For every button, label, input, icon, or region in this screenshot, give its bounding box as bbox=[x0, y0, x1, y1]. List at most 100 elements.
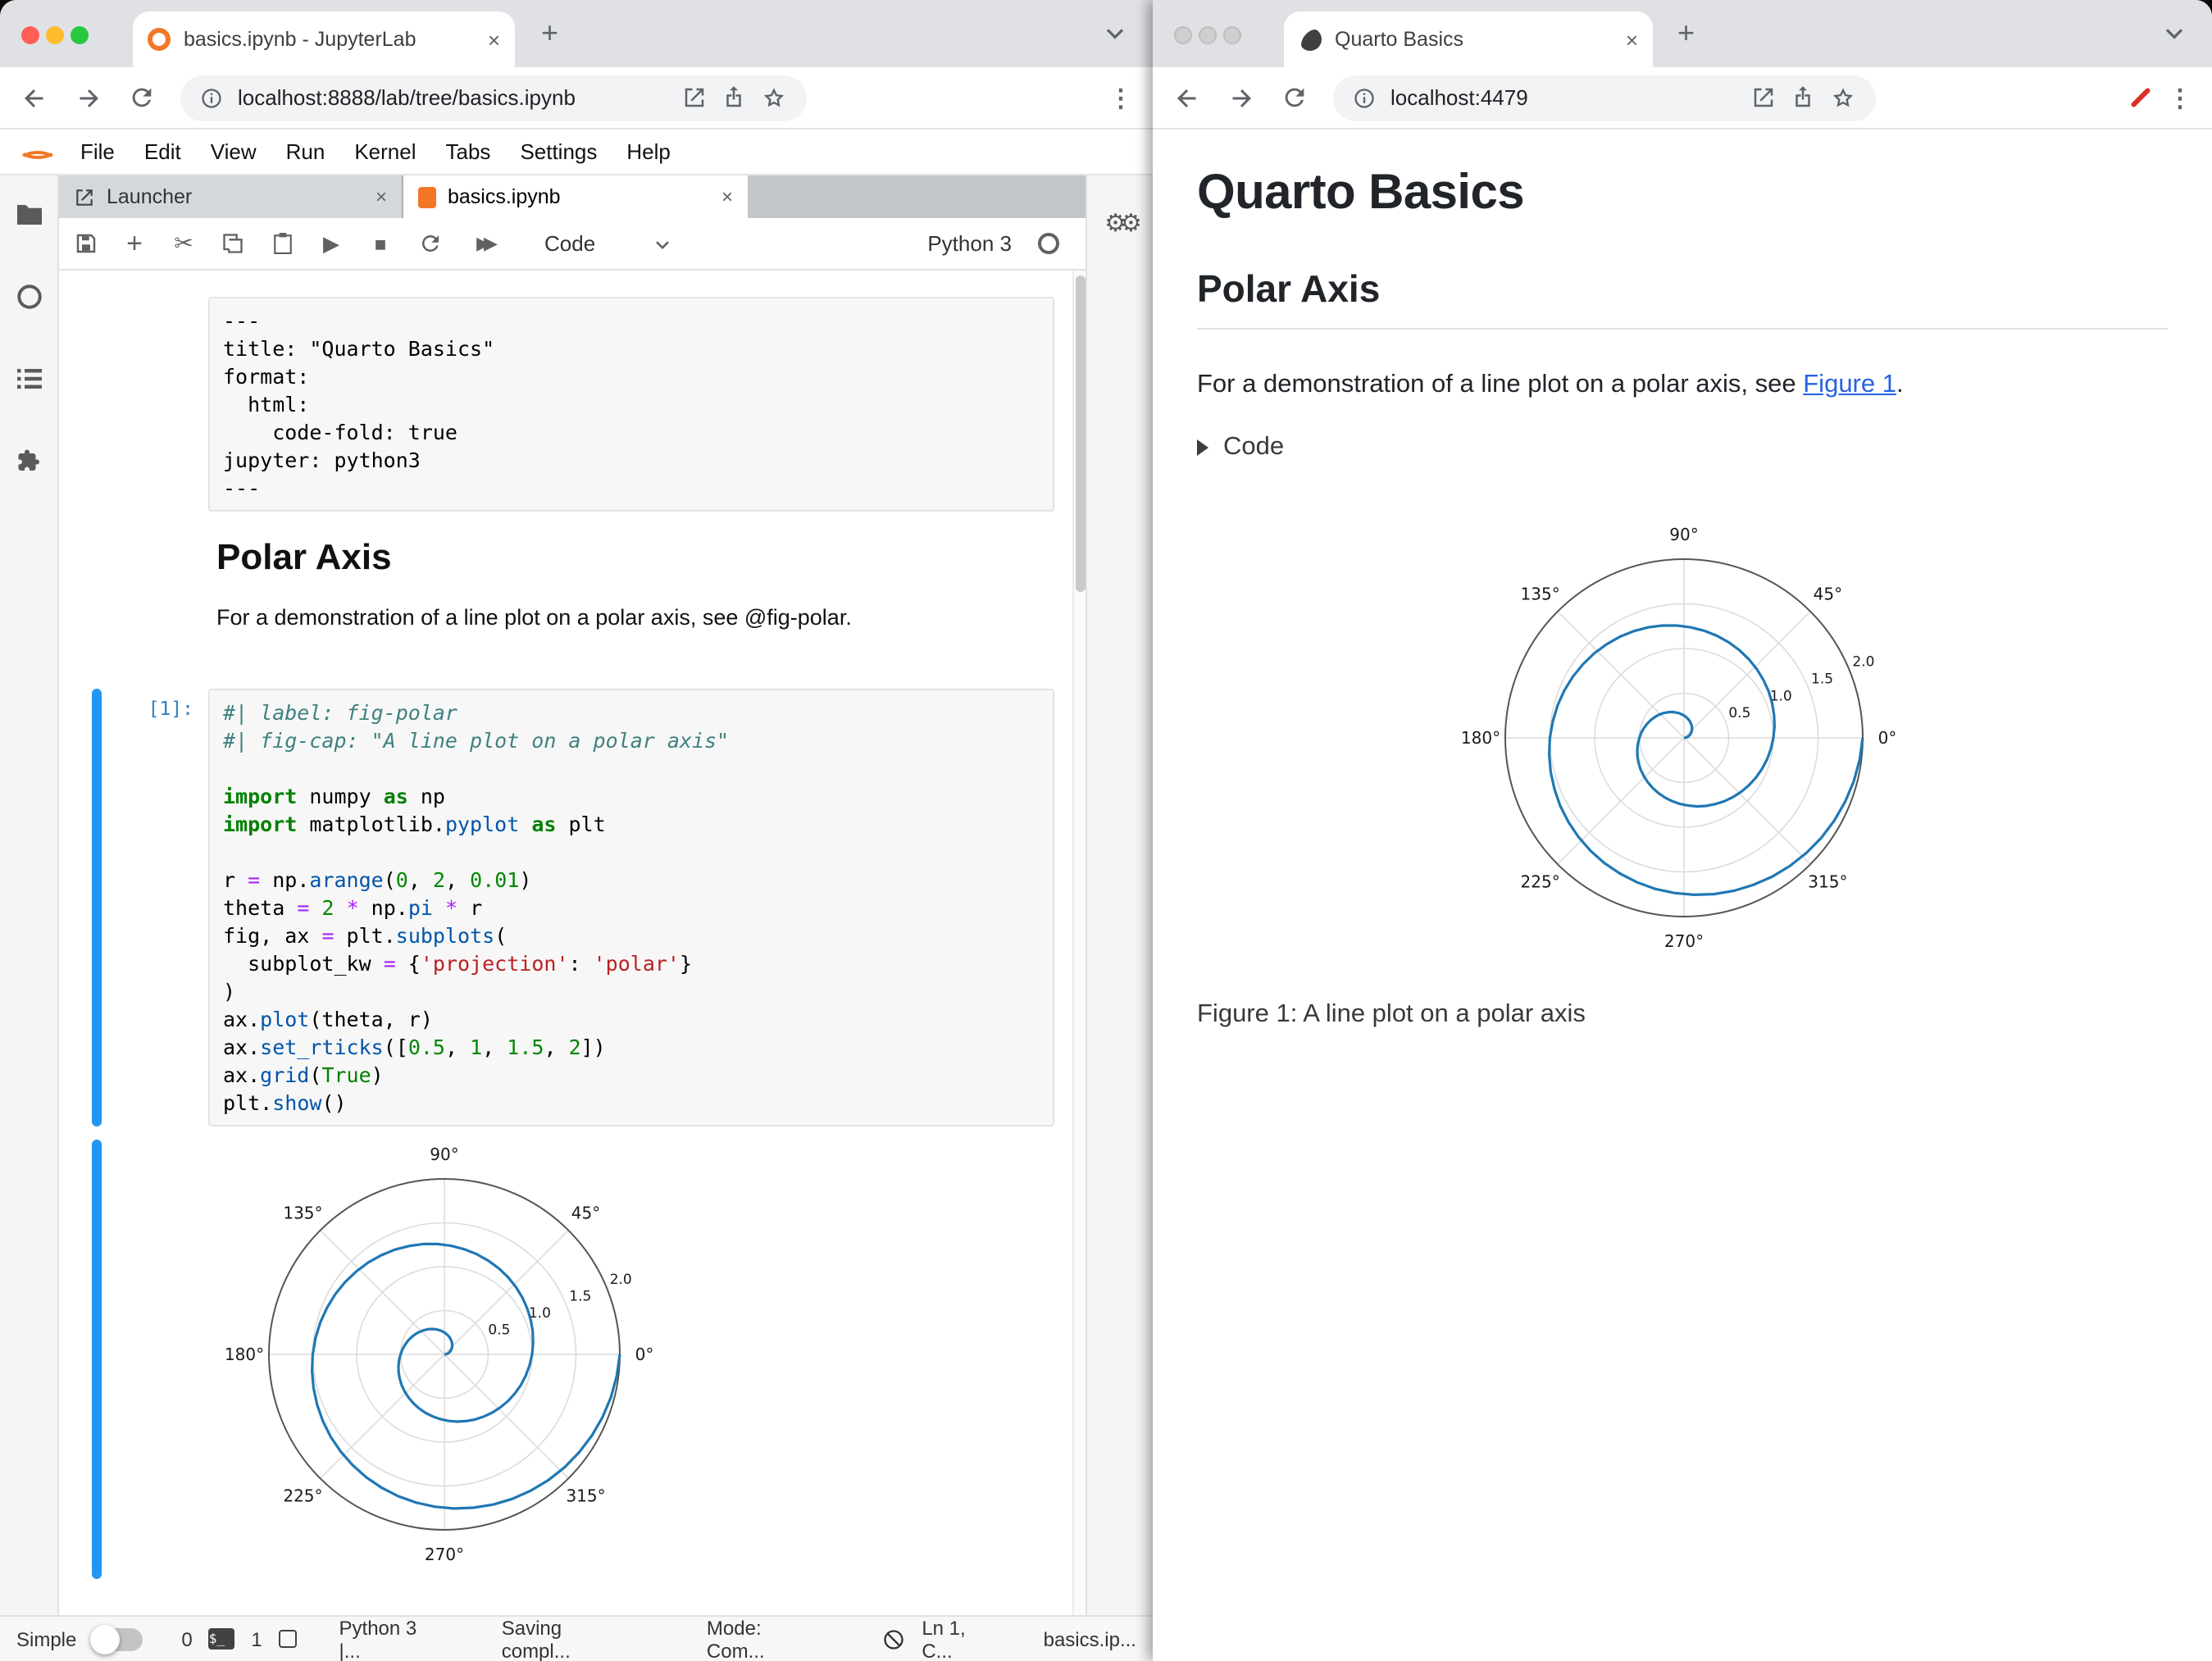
browser-tab-quarto[interactable]: Quarto Basics × bbox=[1284, 11, 1653, 67]
forward-button[interactable] bbox=[74, 83, 103, 112]
extension-red-slash-icon[interactable] bbox=[2130, 87, 2151, 108]
traffic-lights bbox=[21, 26, 89, 44]
svg-text:1.5: 1.5 bbox=[569, 1289, 591, 1305]
svg-text:2.0: 2.0 bbox=[1852, 654, 1874, 671]
run-cell-button[interactable]: ▶ bbox=[318, 230, 344, 257]
cell-collapser[interactable] bbox=[92, 297, 102, 512]
tab-close-icon[interactable]: × bbox=[1626, 29, 1638, 50]
dock-tab-label: basics.ipynb bbox=[448, 185, 561, 208]
command-mode-indicator[interactable]: Mode: Com... bbox=[707, 1616, 823, 1661]
circle-slash-icon bbox=[882, 1627, 905, 1650]
menu-file[interactable]: File bbox=[66, 130, 130, 174]
menu-run[interactable]: Run bbox=[271, 130, 340, 174]
kernel-sessions-icon[interactable] bbox=[278, 1630, 297, 1648]
address-bar[interactable]: localhost:8888/lab/tree/basics.ipynb bbox=[180, 75, 807, 121]
paste-cell-button[interactable] bbox=[269, 231, 295, 256]
tab-search-chevron-icon[interactable] bbox=[1100, 18, 1130, 56]
new-tab-button[interactable]: + bbox=[541, 16, 558, 51]
kernel-status-text[interactable]: Python 3 |... bbox=[339, 1616, 443, 1661]
browser-menu-icon[interactable]: ⋮ bbox=[2168, 83, 2192, 112]
back-button[interactable] bbox=[20, 83, 49, 112]
output-collapser[interactable] bbox=[92, 1140, 102, 1579]
notebook-scroll-area[interactable]: --- title: "Quarto Basics" format: html: c… bbox=[59, 271, 1086, 1615]
cursor-position[interactable]: Ln 1, C... bbox=[922, 1616, 1000, 1661]
menu-help[interactable]: Help bbox=[612, 130, 685, 174]
svg-text:180°: 180° bbox=[225, 1345, 264, 1364]
terminal-icon[interactable]: $_ bbox=[208, 1628, 235, 1650]
table-of-contents-icon[interactable] bbox=[14, 366, 43, 392]
code-cell-editor[interactable]: #| label: fig-polar #| fig-cap: "A line p… bbox=[208, 689, 1054, 1126]
site-info-icon[interactable] bbox=[1353, 86, 1376, 109]
browser-tab-jupyterlab[interactable]: basics.ipynb - JupyterLab × bbox=[133, 11, 515, 67]
simple-mode-toggle[interactable] bbox=[89, 1624, 143, 1654]
reload-button[interactable] bbox=[128, 84, 156, 111]
cell-type-chevron-icon[interactable] bbox=[651, 232, 674, 255]
output-prompt bbox=[102, 1140, 208, 1579]
scrollbar-thumb[interactable] bbox=[1076, 275, 1086, 592]
figure-link[interactable]: Figure 1 bbox=[1803, 371, 1896, 398]
kernel-name[interactable]: Python 3 bbox=[927, 231, 1012, 256]
stop-kernel-button[interactable]: ■ bbox=[367, 232, 394, 255]
back-button[interactable] bbox=[1172, 83, 1202, 112]
svg-text:0.5: 0.5 bbox=[1728, 706, 1750, 722]
address-bar[interactable]: localhost:4479 bbox=[1333, 75, 1876, 121]
output-cell[interactable]: 0° 45° 90° 135° 180° 225° 270° 315° 0.5 1.0 1.5 2.0 bbox=[59, 1140, 1086, 1579]
paragraph-text: . bbox=[1896, 371, 1904, 398]
add-cell-button[interactable]: + bbox=[121, 227, 148, 260]
svg-text:270°: 270° bbox=[425, 1545, 464, 1564]
property-inspector-gears-icon[interactable]: ⚙⚙ bbox=[1104, 210, 1142, 238]
dock-tab-launcher[interactable]: Launcher × bbox=[59, 175, 403, 218]
save-button[interactable] bbox=[72, 231, 98, 256]
browser-urlbar-left: localhost:8888/lab/tree/basics.ipynb ⋮ bbox=[0, 67, 1153, 130]
close-window-button[interactable] bbox=[21, 26, 39, 44]
svg-text:45°: 45° bbox=[571, 1203, 600, 1222]
dock-tab-close-icon[interactable]: × bbox=[375, 185, 387, 207]
kernel-status-icon[interactable] bbox=[1038, 233, 1059, 254]
new-tab-button[interactable]: + bbox=[1677, 16, 1695, 51]
restart-run-all-button[interactable]: ▶▶ bbox=[466, 233, 502, 254]
active-cell-collapser[interactable] bbox=[92, 689, 102, 1126]
restart-kernel-button[interactable] bbox=[416, 231, 443, 256]
svg-text:0°: 0° bbox=[1878, 729, 1897, 749]
extensions-puzzle-icon[interactable] bbox=[14, 446, 43, 476]
cell-type-select[interactable]: Code bbox=[544, 231, 595, 256]
minimize-window-button[interactable] bbox=[46, 26, 64, 44]
code-fold-disclosure[interactable]: Code bbox=[1197, 434, 2168, 463]
paragraph-text: For a demonstration of a line plot on a … bbox=[1197, 371, 1804, 398]
reload-button[interactable] bbox=[1281, 84, 1309, 111]
menu-edit[interactable]: Edit bbox=[130, 130, 196, 174]
tab-search-chevron-icon[interactable] bbox=[2160, 18, 2189, 56]
browser-menu-icon[interactable]: ⋮ bbox=[1108, 83, 1133, 112]
close-window-button[interactable] bbox=[1174, 26, 1192, 44]
share-icon[interactable] bbox=[1791, 85, 1815, 110]
open-in-new-icon[interactable] bbox=[1751, 85, 1776, 110]
dock-tab-notebook[interactable]: basics.ipynb × bbox=[403, 175, 748, 218]
raw-cell-editor[interactable]: --- title: "Quarto Basics" format: html: c… bbox=[208, 297, 1054, 512]
markdown-cell[interactable]: Polar Axis For a demonstration of a line… bbox=[59, 535, 1086, 633]
bookmark-star-icon[interactable] bbox=[1830, 84, 1856, 111]
running-sessions-icon[interactable] bbox=[14, 282, 43, 312]
bookmark-star-icon[interactable] bbox=[761, 84, 787, 111]
svg-text:225°: 225° bbox=[1521, 872, 1560, 892]
site-info-icon[interactable] bbox=[200, 86, 223, 109]
file-browser-icon[interactable] bbox=[14, 202, 43, 228]
share-icon[interactable] bbox=[721, 85, 746, 110]
menu-kernel[interactable]: Kernel bbox=[339, 130, 430, 174]
menu-tabs[interactable]: Tabs bbox=[431, 130, 506, 174]
open-in-new-icon[interactable] bbox=[682, 85, 707, 110]
cut-cell-button[interactable]: ✂ bbox=[171, 230, 197, 257]
code-cell[interactable]: [1]: #| label: fig-polar #| fig-cap: "A l… bbox=[59, 689, 1086, 1126]
cell-collapser[interactable] bbox=[92, 535, 102, 633]
copy-cell-button[interactable] bbox=[220, 231, 246, 256]
menu-settings[interactable]: Settings bbox=[505, 130, 612, 174]
zoom-window-button[interactable] bbox=[71, 26, 89, 44]
tab-close-icon[interactable]: × bbox=[488, 29, 500, 50]
menu-view[interactable]: View bbox=[196, 130, 271, 174]
jupyter-logo-icon bbox=[13, 135, 56, 168]
minimize-window-button[interactable] bbox=[1199, 26, 1217, 44]
zoom-window-button[interactable] bbox=[1223, 26, 1241, 44]
forward-button[interactable] bbox=[1227, 83, 1256, 112]
raw-cell[interactable]: --- title: "Quarto Basics" format: html: c… bbox=[59, 297, 1086, 512]
left-activity-bar bbox=[0, 175, 59, 1615]
dock-tab-close-icon[interactable]: × bbox=[721, 185, 733, 207]
